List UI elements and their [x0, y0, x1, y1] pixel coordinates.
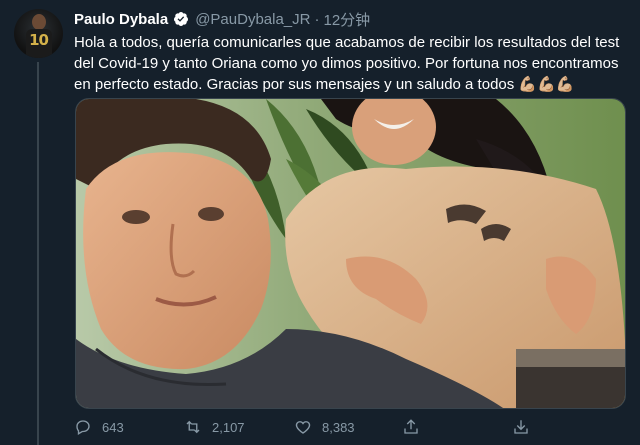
author-handle[interactable]: @PauDybala_JR — [195, 11, 310, 28]
reply-count: 643 — [102, 419, 124, 435]
avatar-head — [32, 14, 46, 30]
reply-icon — [76, 420, 90, 435]
avatar-jersey-number: 10 — [29, 31, 49, 49]
like-button[interactable]: 8,383 — [294, 418, 355, 436]
retweet-count: 2,107 — [212, 419, 245, 435]
download-icon — [514, 420, 528, 434]
like-icon — [295, 421, 311, 434]
thread-line — [37, 62, 39, 445]
author-name[interactable]: Paulo Dybala — [74, 11, 168, 28]
share-button[interactable] — [402, 418, 430, 436]
tweet-timestamp[interactable]: 12分钟 — [324, 9, 371, 30]
tweet-header: Paulo Dybala @PauDybala_JR · 12分钟 — [74, 9, 370, 29]
like-count: 8,383 — [322, 419, 355, 435]
tweet-photo[interactable] — [75, 98, 626, 409]
tweet-text: Hola a todos, quería comunicarles que ac… — [74, 34, 620, 93]
reply-button[interactable]: 643 — [74, 418, 124, 436]
verified-badge-icon — [174, 12, 189, 26]
header-separator: · — [314, 10, 320, 28]
share-icon — [404, 419, 418, 434]
photo-content — [76, 99, 625, 408]
avatar[interactable]: 10 — [14, 9, 63, 58]
retweet-icon — [186, 420, 200, 434]
download-button[interactable] — [512, 418, 540, 436]
retweet-button[interactable]: 2,107 — [184, 418, 245, 436]
tweet-actions: 643 2,107 8,383 — [74, 418, 630, 440]
